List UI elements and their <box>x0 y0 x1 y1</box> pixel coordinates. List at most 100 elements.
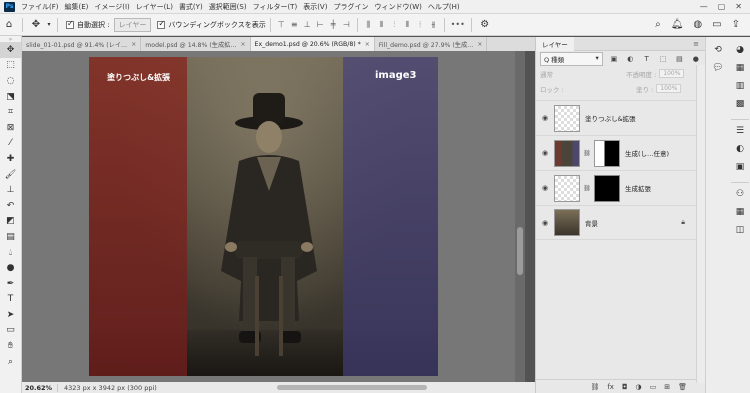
pen-tool-icon[interactable]: ✒ <box>0 276 21 292</box>
channels-icon[interactable]: ⚇ <box>731 189 749 203</box>
filter-toggle-icon[interactable]: ● <box>691 55 701 63</box>
eye-icon[interactable]: ◉ <box>536 184 554 192</box>
vertical-scrollbar[interactable] <box>515 51 525 382</box>
layer-row[interactable]: ◉ 背景 🔒︎ <box>536 205 705 240</box>
menu-window[interactable]: ウィンドウ(W) <box>371 2 424 12</box>
filter-adjustment-icon[interactable]: ◐ <box>625 55 635 63</box>
layer-mask-thumbnail[interactable] <box>594 174 620 202</box>
share-icon[interactable]: ⇪ <box>732 19 740 30</box>
menu-type[interactable]: 書式(Y) <box>176 2 206 12</box>
frame-tool-icon[interactable]: ⊠ <box>0 120 21 136</box>
eye-icon[interactable]: ◉ <box>536 219 554 227</box>
marquee-tool-icon[interactable]: ⬚ <box>0 58 21 74</box>
tab-slide-01[interactable]: slide_01-01.psd @ 91.4% (レイ… × <box>22 37 142 51</box>
align-bottom-icon[interactable]: ⊥ <box>301 20 314 29</box>
crop-tool-icon[interactable]: ⌗ <box>0 104 21 120</box>
menu-file[interactable]: ファイル(F) <box>18 2 62 12</box>
gear-icon[interactable]: ⚙ <box>476 19 494 30</box>
align-middle-icon[interactable]: ≡ <box>288 20 301 29</box>
filter-pixel-icon[interactable]: ▣ <box>609 55 619 63</box>
lasso-tool-icon[interactable]: ◌ <box>0 73 21 89</box>
close-icon[interactable]: × <box>241 41 246 48</box>
adjustments-icon[interactable]: ◐ <box>731 144 749 158</box>
distribute-right-icon[interactable]: ⫵ <box>427 20 440 30</box>
distribute-left-icon[interactable]: ⫴ <box>401 20 414 30</box>
tab-layers[interactable]: レイヤー <box>536 36 574 51</box>
distribute-horizontal-icon[interactable]: ⦙ <box>414 20 427 30</box>
eye-icon[interactable]: ◉ <box>536 114 554 122</box>
layer-row[interactable]: ◉ 塗りつぶし&拡張 <box>536 100 705 135</box>
link-layers-icon[interactable]: ⛓ <box>590 383 599 391</box>
hand-tool-icon[interactable]: ✋︎ <box>0 338 21 354</box>
home-icon[interactable]: ⌂ <box>0 19 18 30</box>
tab-fill-demo[interactable]: Fill_demo.psd @ 27.9% (生成… × <box>375 37 488 51</box>
minimize-button[interactable]: — <box>700 2 708 11</box>
chevron-down-icon[interactable]: ▾ <box>45 21 53 28</box>
patterns-icon[interactable]: ▩ <box>731 99 749 113</box>
tab-model[interactable]: model.psd @ 14.8% (生成拡… × <box>141 37 251 51</box>
bell-icon[interactable]: 🔔︎ <box>671 19 684 30</box>
color-icon[interactable]: ◕ <box>731 45 749 59</box>
close-window-button[interactable]: ✕ <box>735 2 742 11</box>
distribute-bottom-icon[interactable]: ⫶ <box>388 20 401 30</box>
filter-shape-icon[interactable]: ⬚ <box>658 55 668 63</box>
clone-stamp-tool-icon[interactable]: ⊥ <box>0 182 21 198</box>
menu-image[interactable]: イメージ(I) <box>91 2 132 12</box>
object-selection-tool-icon[interactable]: ⬔ <box>0 89 21 105</box>
fill-field[interactable]: 100% <box>656 84 682 93</box>
layers-scrollbar[interactable] <box>696 65 705 383</box>
trash-icon[interactable]: 🗑︎ <box>678 383 687 391</box>
align-center-icon[interactable]: ╪ <box>327 20 340 29</box>
filter-smart-object-icon[interactable]: ▤ <box>674 55 684 63</box>
discover-icon[interactable]: ◍ <box>693 19 702 30</box>
libraries-icon[interactable]: ▣ <box>731 162 749 176</box>
menu-plugins[interactable]: プラグイン <box>330 2 371 12</box>
panel-menu-icon[interactable]: ≡ <box>693 40 705 48</box>
menu-select[interactable]: 選択範囲(S) <box>206 2 250 12</box>
new-layer-icon[interactable]: ⊞ <box>664 383 670 391</box>
menu-edit[interactable]: 編集(E) <box>62 2 92 12</box>
layers-dock-icon[interactable]: ◫ <box>731 225 749 239</box>
distribute-vertical-icon[interactable]: ⫼ <box>362 20 375 30</box>
auto-select-checkbox[interactable] <box>66 19 74 29</box>
swatches-icon[interactable]: ▦ <box>731 63 749 77</box>
horizontal-scrollbar-thumb[interactable] <box>277 385 427 390</box>
paths-icon[interactable]: ▦ <box>731 207 749 221</box>
filter-type-icon[interactable]: T <box>641 55 651 63</box>
align-left-icon[interactable]: ⊢ <box>314 20 327 29</box>
new-group-icon[interactable]: ▭ <box>650 383 657 391</box>
dodge-tool-icon[interactable]: ● <box>0 260 21 276</box>
gradients-icon[interactable]: ▥ <box>731 81 749 95</box>
canvas-workspace[interactable]: 塗りつぶし&拡張 image3 <box>22 51 525 382</box>
align-top-icon[interactable]: ⊤ <box>275 20 288 29</box>
tab-ex-demo1[interactable]: Ex_demo1.psd @ 20.6% (RGB/8) * × <box>250 37 375 51</box>
document-info[interactable]: 4323 px x 3942 px (300 ppi) <box>58 384 157 392</box>
align-right-icon[interactable]: ⊣ <box>340 20 353 29</box>
distribute-center-icon[interactable]: ⦀ <box>375 20 388 30</box>
close-icon[interactable]: × <box>477 41 482 48</box>
healing-brush-tool-icon[interactable]: ✚ <box>0 151 21 167</box>
eyedropper-tool-icon[interactable]: ⁄ <box>0 136 21 152</box>
path-selection-tool-icon[interactable]: ➤ <box>0 307 21 323</box>
history-icon[interactable]: ⟲ <box>709 45 727 59</box>
menu-view[interactable]: 表示(V) <box>300 2 330 12</box>
adjustment-layer-icon[interactable]: ◑ <box>636 383 642 391</box>
zoom-level[interactable]: 20.62% <box>22 383 58 392</box>
search-icon[interactable]: ⌕ <box>655 19 661 30</box>
layer-row[interactable]: ◉ ⛓ 生成拡張 <box>536 170 705 205</box>
move-tool-icon[interactable]: ✥ <box>27 19 45 30</box>
close-icon[interactable]: × <box>365 41 370 48</box>
filter-kind-dropdown[interactable]: Q 種類 ▾ <box>540 51 603 66</box>
zoom-tool-icon[interactable]: ⌕ <box>0 354 21 370</box>
maximize-button[interactable]: ▢ <box>718 2 726 11</box>
menu-layer[interactable]: レイヤー(L) <box>133 2 176 12</box>
brush-tool-icon[interactable]: 🖌︎ <box>0 167 21 183</box>
fx-icon[interactable]: fx <box>607 383 614 391</box>
history-brush-tool-icon[interactable]: ↶ <box>0 198 21 214</box>
menu-filter[interactable]: フィルター(T) <box>250 2 301 12</box>
move-tool-icon[interactable]: ✥ <box>0 42 21 58</box>
scrollbar-thumb[interactable] <box>517 227 523 275</box>
more-options-button[interactable]: ••• <box>449 20 467 29</box>
layer-mask-thumbnail[interactable] <box>594 139 620 167</box>
gradient-tool-icon[interactable]: ▤ <box>0 229 21 245</box>
